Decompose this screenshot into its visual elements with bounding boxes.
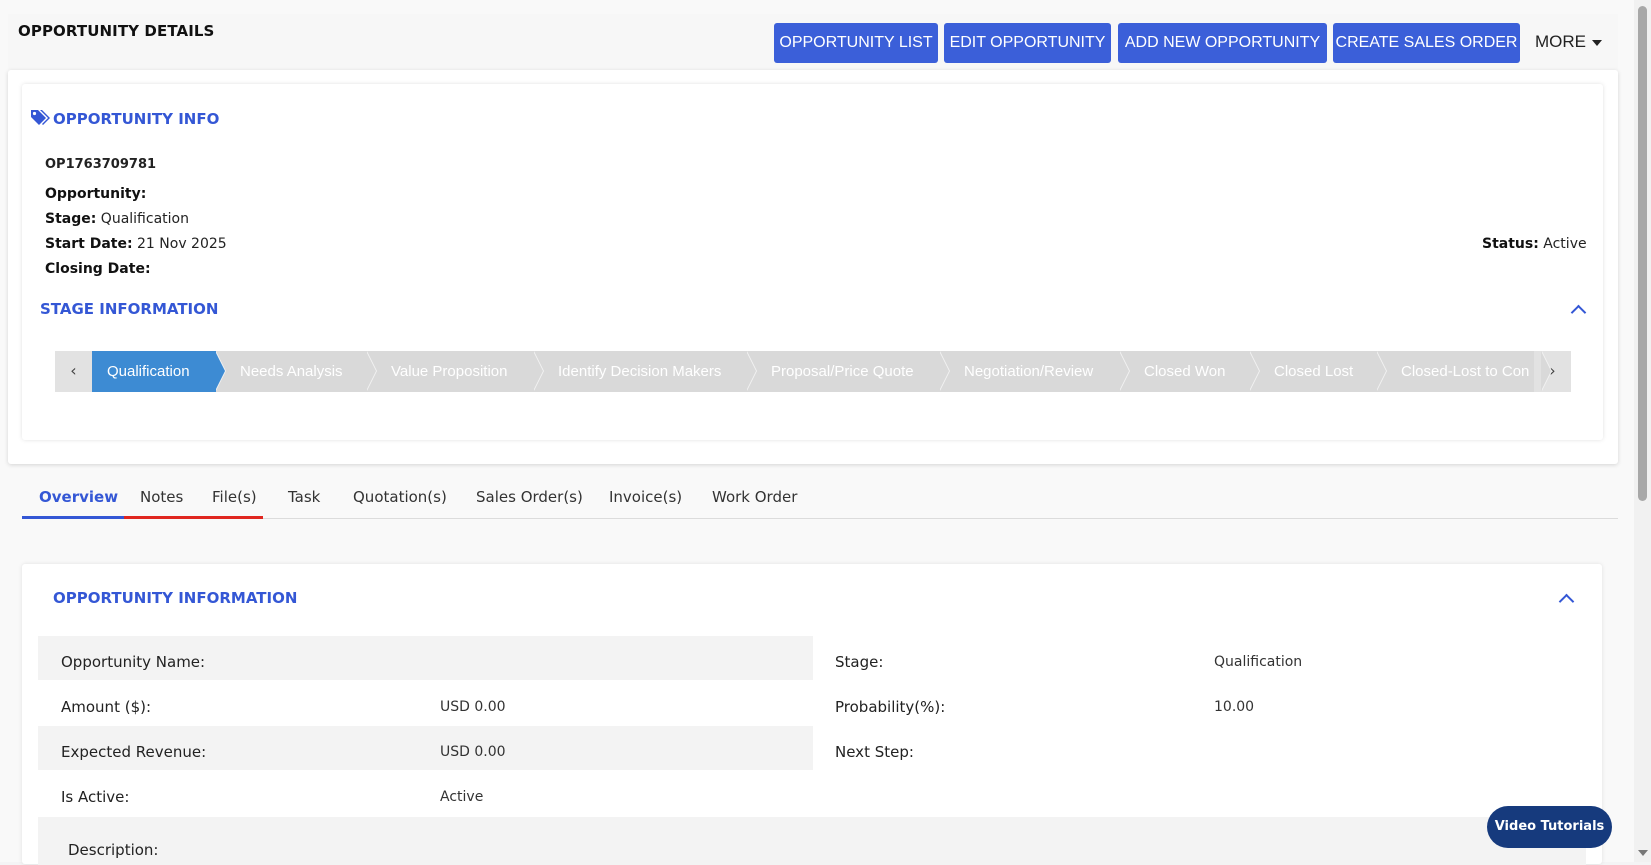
page-title: OPPORTUNITY DETAILS [18, 22, 215, 40]
status-row: Status: Active [1482, 236, 1587, 252]
stage-chevron [939, 351, 949, 391]
tab-overview[interactable]: Overview [39, 488, 118, 506]
stage-chevron [215, 351, 225, 391]
edit-opportunity-button[interactable]: EDIT OPPORTUNITY [944, 23, 1111, 63]
opportunity-name-label: Opportunity Name: [61, 653, 206, 671]
tab-work-order[interactable]: Work Order [712, 488, 797, 506]
stage-chevron [1119, 351, 1129, 391]
tab-invoices[interactable]: Invoice(s) [609, 488, 682, 506]
stage-information-heading: STAGE INFORMATION [40, 300, 219, 318]
caret-down-icon [1592, 39, 1602, 46]
tab-task[interactable]: Task [288, 488, 320, 506]
stage-chevron [1376, 351, 1386, 391]
tab-notes[interactable]: Notes [140, 488, 183, 506]
tab-quotations[interactable]: Quotation(s) [353, 488, 447, 506]
more-label: MORE [1535, 32, 1586, 51]
description-label: Description: [68, 841, 159, 859]
page: OPPORTUNITY DETAILS OPPORTUNITY LIST EDI… [0, 0, 1634, 865]
add-new-opportunity-button[interactable]: ADD NEW OPPORTUNITY [1118, 23, 1327, 63]
opportunity-id: OP1763709781 [45, 157, 157, 172]
stage-step[interactable]: Closed Won [1120, 351, 1250, 392]
scrollbar-thumb[interactable] [1638, 6, 1647, 501]
status-label: Status: [1482, 236, 1539, 252]
closing-date-label: Closing Date: [45, 261, 151, 277]
stage-step[interactable]: Closed Lost [1250, 351, 1377, 392]
stage-value: Qualification [100, 211, 189, 227]
highlight-underline [124, 516, 263, 519]
is-active-label: Is Active: [61, 788, 130, 806]
stage-prev-button[interactable]: ‹ [55, 351, 92, 392]
stage-step[interactable]: Qualification [92, 351, 216, 392]
expected-revenue-value: USD 0.00 [440, 744, 506, 760]
expected-revenue-label: Expected Revenue: [61, 743, 207, 761]
stage-progress-bar: ‹ Qualification Needs Analysis Value Propo… [55, 351, 1571, 392]
opportunity-information-heading: OPPORTUNITY INFORMATION [53, 589, 298, 607]
tab-files[interactable]: File(s) [212, 488, 257, 506]
start-date-value: 21 Nov 2025 [137, 236, 227, 252]
stage-chevron [533, 351, 543, 391]
stage-step[interactable]: Closed-Lost to Con [1377, 351, 1542, 392]
stage-row: Stage: Qualification [45, 211, 189, 227]
stage-step[interactable]: Value Proposition [367, 351, 534, 392]
stage-chevron [366, 351, 376, 391]
ov-stage-label: Stage: [835, 653, 884, 671]
closing-date-row: Closing Date: [45, 261, 151, 277]
more-dropdown[interactable]: MORE [1535, 32, 1602, 52]
stage-step[interactable]: Negotiation/Review [940, 351, 1120, 392]
start-date-row: Start Date: 21 Nov 2025 [45, 236, 227, 252]
start-date-label: Start Date: [45, 236, 133, 252]
probability-value: 10.00 [1214, 699, 1255, 715]
opportunity-row: Opportunity: [45, 186, 146, 202]
tags-icon [30, 109, 50, 129]
status-value: Active [1543, 236, 1587, 252]
active-tab-indicator [22, 516, 126, 519]
create-sales-order-button[interactable]: CREATE SALES ORDER [1333, 23, 1520, 63]
next-step-label: Next Step: [835, 743, 914, 761]
row-bg-description [38, 817, 1586, 865]
stage-chevron [746, 351, 756, 391]
opportunity-list-button[interactable]: OPPORTUNITY LIST [774, 23, 938, 63]
ov-stage-value: Qualification [1214, 654, 1303, 670]
opportunity-info-heading: OPPORTUNITY INFO [53, 110, 220, 128]
amount-label: Amount ($): [61, 698, 152, 716]
probability-label: Probability(%): [835, 698, 946, 716]
stage-chevron [1541, 351, 1551, 391]
is-active-value: Active [440, 789, 484, 805]
tab-sales-orders[interactable]: Sales Order(s) [476, 488, 583, 506]
stage-step[interactable]: Needs Analysis [216, 351, 367, 392]
scroll-down-arrow-icon[interactable] [1638, 850, 1648, 856]
stage-step[interactable]: Identify Decision Makers [534, 351, 747, 392]
stage-step[interactable]: Proposal/Price Quote [747, 351, 940, 392]
amount-value: USD 0.00 [440, 699, 506, 715]
video-tutorials-button[interactable]: Video Tutorials [1487, 806, 1612, 848]
stage-label: Stage: [45, 211, 97, 227]
opportunity-label: Opportunity: [45, 186, 147, 202]
stage-chevron [1249, 351, 1259, 391]
